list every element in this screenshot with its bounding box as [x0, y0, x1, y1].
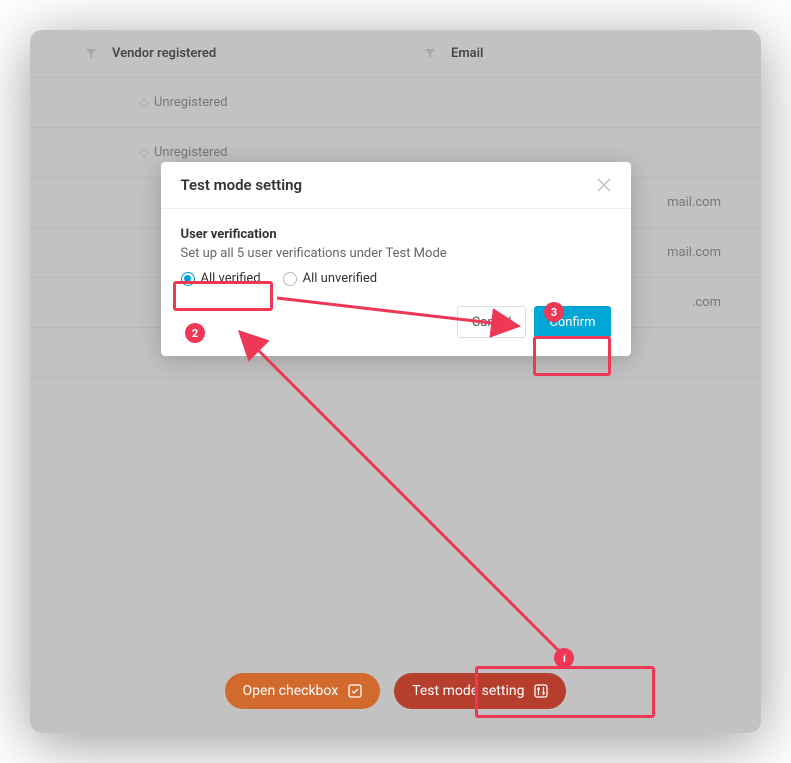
radio-label: All verified — [201, 271, 261, 286]
radio-indicator — [181, 272, 195, 286]
open-checkbox-label: Open checkbox — [243, 683, 339, 699]
radio-all-verified[interactable]: All verified — [181, 271, 261, 286]
modal-overlay — [30, 30, 761, 733]
confirm-button[interactable]: Confirm — [534, 306, 610, 338]
section-title: User verification — [181, 227, 611, 242]
checkbox-icon — [348, 684, 362, 698]
test-mode-modal: Test mode setting User verification Set … — [161, 162, 631, 356]
modal-footer: Cancel Confirm — [161, 292, 631, 356]
cancel-label: Cancel — [472, 315, 512, 330]
radio-label: All unverified — [303, 271, 377, 286]
modal-title: Test mode setting — [181, 176, 303, 194]
radio-indicator — [283, 272, 297, 286]
confirm-label: Confirm — [549, 315, 595, 330]
radio-all-unverified[interactable]: All unverified — [283, 271, 377, 286]
test-mode-label: Test mode setting — [412, 683, 524, 699]
sliders-icon — [534, 684, 548, 698]
bottom-action-bar: Open checkbox Test mode setting — [30, 673, 761, 709]
open-checkbox-button[interactable]: Open checkbox — [225, 673, 381, 709]
section-description: Set up all 5 user verifications under Te… — [181, 246, 611, 261]
radio-group: All verified All unverified — [181, 271, 611, 286]
modal-body: User verification Set up all 5 user veri… — [161, 209, 631, 292]
close-icon[interactable] — [597, 178, 611, 192]
cancel-button[interactable]: Cancel — [457, 306, 527, 338]
test-mode-setting-button[interactable]: Test mode setting — [394, 673, 566, 709]
modal-header: Test mode setting — [161, 162, 631, 209]
app-frame: Vendor registered Email Unregistered Unr… — [30, 30, 761, 733]
